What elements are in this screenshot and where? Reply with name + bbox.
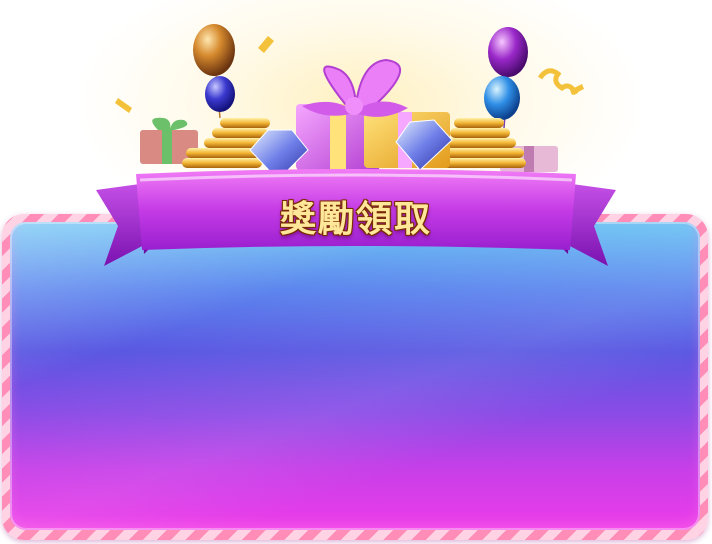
confetti-icon [258,36,274,53]
title-ribbon: 獎勵領取 [96,168,616,272]
reward-dialog: 獎勵領取 [0,0,712,544]
confetti-icon [115,98,132,113]
dialog-title: 獎勵領取 [279,199,432,240]
gold-coin-stack-icon [440,118,526,168]
balloon-icon [484,27,528,129]
balloon-icon [193,24,235,119]
treasure-pile [115,24,584,178]
